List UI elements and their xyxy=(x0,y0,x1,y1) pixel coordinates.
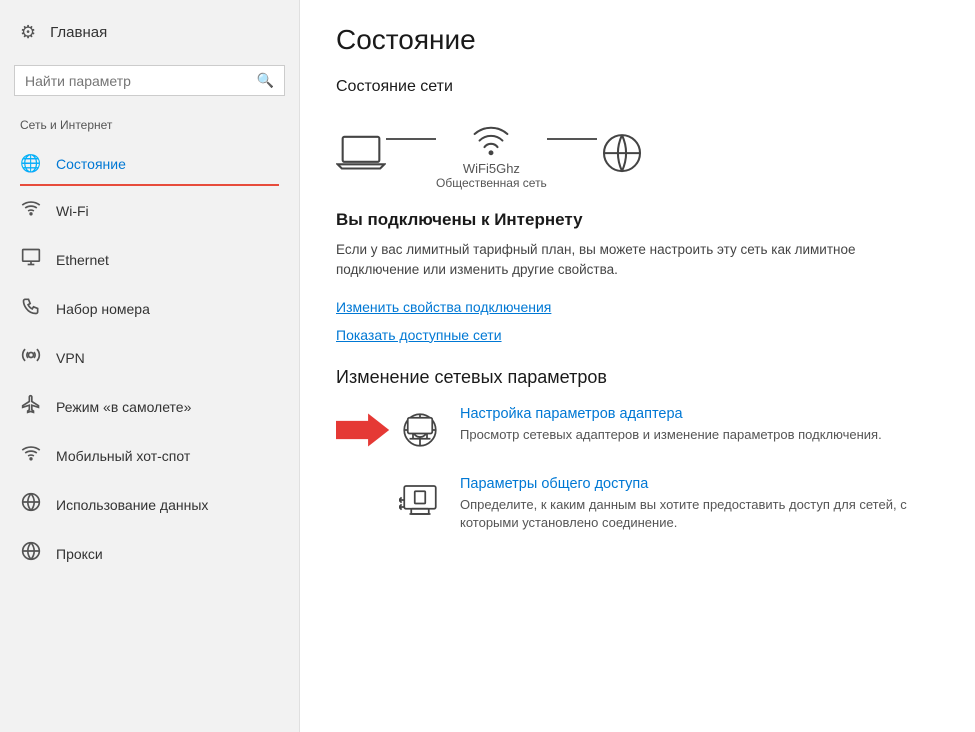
line-2 xyxy=(547,138,597,140)
link-properties[interactable]: Изменить свойства подключения xyxy=(336,299,939,315)
sidebar-item-vpn[interactable]: VPN xyxy=(0,333,299,382)
data-icon xyxy=(20,492,42,517)
wifi-icon xyxy=(20,198,42,223)
sharing-icon xyxy=(396,476,444,524)
sidebar-item-label: Wi-Fi xyxy=(56,203,89,219)
search-input[interactable] xyxy=(25,73,257,89)
sidebar-item-data[interactable]: Использование данных xyxy=(0,480,299,529)
sidebar-item-home[interactable]: ⚙ Главная xyxy=(0,10,299,55)
line-1 xyxy=(386,138,436,140)
sidebar-item-label: Режим «в самолете» xyxy=(56,399,191,415)
laptop-icon-container xyxy=(336,131,386,176)
wifi-diagram-icon xyxy=(466,116,516,161)
change-section-title: Изменение сетевых параметров xyxy=(336,367,939,388)
sidebar-item-status[interactable]: 🌐 Состояние xyxy=(0,142,299,186)
adapter-icon xyxy=(396,406,444,454)
connected-title: Вы подключены к Интернету xyxy=(336,210,939,230)
monitor-icon xyxy=(20,247,42,272)
adapter-text-block: Настройка параметров адаптера Просмотр с… xyxy=(460,406,939,445)
sidebar-item-hotspot[interactable]: Мобильный хот-спот xyxy=(0,431,299,480)
adapter-desc: Просмотр сетевых адаптеров и изменение п… xyxy=(460,426,939,445)
gear-icon: ⚙ xyxy=(20,22,36,43)
sidebar-item-dialup[interactable]: Набор номера xyxy=(0,284,299,333)
wifi-name: WiFi5Ghz xyxy=(436,161,547,176)
sidebar-section-label: Сеть и Интернет xyxy=(0,112,299,142)
sidebar-item-label: Ethernet xyxy=(56,252,109,268)
sidebar-item-label: Набор номера xyxy=(56,301,150,317)
hotspot-icon xyxy=(20,443,42,468)
link-networks[interactable]: Показать доступные сети xyxy=(336,327,939,343)
connected-desc: Если у вас лимитный тарифный план, вы мо… xyxy=(336,240,856,281)
sharing-desc: Определите, к каким данным вы хотите пре… xyxy=(460,496,939,534)
adapter-settings-icon xyxy=(399,409,441,451)
wifi-icon-container: WiFi5Ghz Общественная сеть xyxy=(436,116,547,190)
sharing-settings-icon xyxy=(399,479,441,521)
sidebar-item-wifi[interactable]: Wi-Fi xyxy=(0,186,299,235)
sharing-title[interactable]: Параметры общего доступа xyxy=(460,476,939,492)
page-title: Состояние xyxy=(336,24,939,56)
sidebar-item-ethernet[interactable]: Ethernet xyxy=(0,235,299,284)
sharing-text-block: Параметры общего доступа Определите, к к… xyxy=(460,476,939,534)
sidebar-item-label: VPN xyxy=(56,350,85,366)
sidebar-item-label: Состояние xyxy=(56,156,126,172)
phone-icon xyxy=(20,296,42,321)
globe-diagram-icon xyxy=(597,131,647,176)
laptop-icon xyxy=(336,131,386,176)
proxy-icon xyxy=(20,541,42,566)
search-box[interactable]: 🔍 xyxy=(14,65,285,96)
sidebar-item-label: Мобильный хот-спот xyxy=(56,448,190,464)
sidebar-item-proxy[interactable]: Прокси xyxy=(0,529,299,578)
sidebar-item-label: Использование данных xyxy=(56,497,208,513)
arrow-indicator xyxy=(336,412,391,453)
setting-sharing: Параметры общего доступа Определите, к к… xyxy=(336,476,939,534)
adapter-title[interactable]: Настройка параметров адаптера xyxy=(460,406,939,422)
sidebar: ⚙ Главная 🔍 Сеть и Интернет 🌐 Состояние … xyxy=(0,0,300,732)
network-status-title: Состояние сети xyxy=(336,78,939,96)
red-arrow-icon xyxy=(336,412,391,448)
globe-icon-container xyxy=(597,131,647,176)
sidebar-item-label: Прокси xyxy=(56,546,103,562)
network-type: Общественная сеть xyxy=(436,176,547,190)
sidebar-home-label: Главная xyxy=(50,24,107,41)
network-diagram: WiFi5Ghz Общественная сеть xyxy=(336,116,939,190)
globe-icon: 🌐 xyxy=(20,154,42,174)
main-content: Состояние Состояние сети WiFi5Ghz Общест… xyxy=(300,0,975,732)
airplane-icon xyxy=(20,394,42,419)
sidebar-item-airplane[interactable]: Режим «в самолете» xyxy=(0,382,299,431)
vpn-icon xyxy=(20,345,42,370)
setting-adapter: Настройка параметров адаптера Просмотр с… xyxy=(336,406,939,454)
search-icon: 🔍 xyxy=(257,72,274,89)
